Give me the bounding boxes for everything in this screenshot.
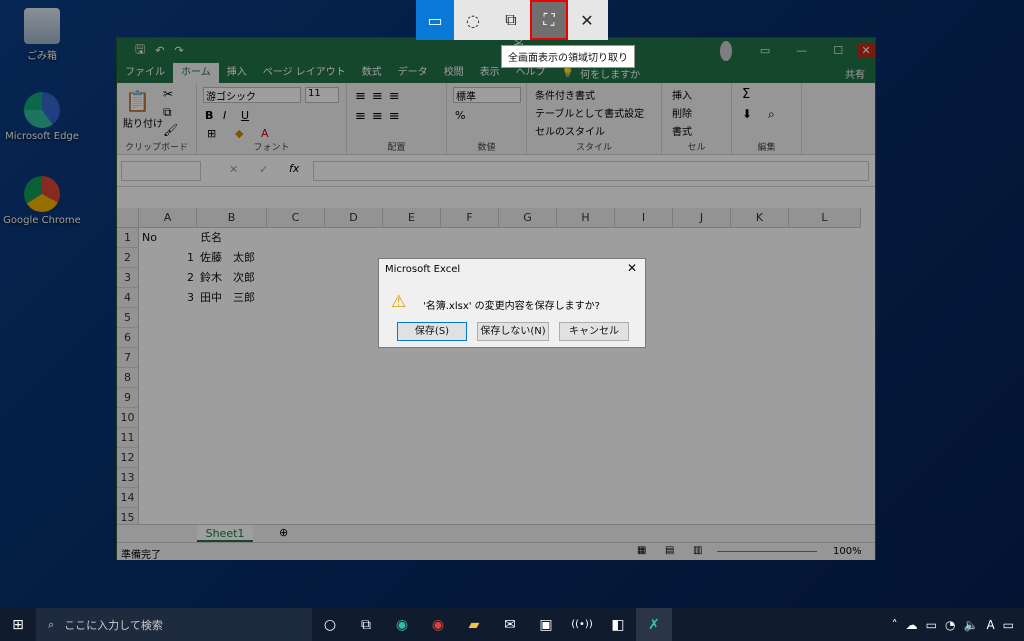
snip-tooltip: 全画面表示の領域切り取り <box>501 45 635 68</box>
network-icon[interactable]: ▭ <box>926 618 937 632</box>
excel-taskbar-icon[interactable]: ✗ <box>636 608 672 641</box>
chrome-taskbar-icon[interactable]: ◉ <box>420 608 456 641</box>
chevron-up-icon[interactable]: ˄ <box>892 618 898 632</box>
dont-save-button[interactable]: 保存しない(N) <box>477 322 549 341</box>
save-dialog: Microsoft Excel ✕ ⚠ '名簿.xlsx' の変更内容を保存しま… <box>378 258 646 348</box>
start-icon[interactable]: ⊞ <box>0 608 36 641</box>
mail-icon[interactable]: ✉ <box>492 608 528 641</box>
fullscreen-snip-icon[interactable]: ⛶ <box>530 0 568 40</box>
edge-taskbar-icon[interactable]: ◉ <box>384 608 420 641</box>
window-snip-icon[interactable]: ⧉ <box>492 0 530 40</box>
cortana-icon[interactable]: ○ <box>312 608 348 641</box>
rect-snip-icon[interactable]: ▭ <box>416 0 454 40</box>
search-placeholder: ここに入力して検索 <box>64 618 163 632</box>
cloud-icon[interactable]: ☁ <box>906 618 918 632</box>
ime-icon[interactable]: A <box>986 618 994 632</box>
app2-icon[interactable]: ◧ <box>600 608 636 641</box>
taskbar: ⊞ ⌕ ここに入力して検索 ○ ⧉ ◉ ◉ ▰ ✉ ▣ ((•)) ◧ ✗ ˄ … <box>0 608 1024 641</box>
explorer-icon[interactable]: ▰ <box>456 608 492 641</box>
system-tray: ˄ ☁ ▭ ◔ 🔈 A ▭ <box>892 618 1014 632</box>
warning-icon: ⚠ <box>391 292 407 312</box>
volume-icon[interactable]: 🔈 <box>963 618 978 632</box>
dialog-message: '名簿.xlsx' の変更内容を保存しますか? <box>423 301 600 312</box>
wifi-icon[interactable]: ◔ <box>945 618 955 632</box>
freeform-snip-icon[interactable]: ◌ <box>454 0 492 40</box>
save-button[interactable]: 保存(S) <box>397 322 467 341</box>
search-icon: ⌕ <box>48 617 55 631</box>
task-view-icon[interactable]: ⧉ <box>348 608 384 641</box>
cancel-button[interactable]: キャンセル <box>559 322 629 341</box>
close-snip-icon[interactable]: ✕ <box>568 0 606 40</box>
dialog-title: Microsoft Excel <box>385 264 461 275</box>
taskbar-search[interactable]: ⌕ ここに入力して検索 <box>36 608 312 641</box>
app-icon[interactable]: ▣ <box>528 608 564 641</box>
dialog-close-icon[interactable]: ✕ <box>627 261 637 275</box>
media-icon[interactable]: ((•)) <box>564 608 600 641</box>
snip-toolbar: ▭ ◌ ⧉ ⛶ ✕ <box>416 0 608 40</box>
notification-icon[interactable]: ▭ <box>1003 618 1014 632</box>
